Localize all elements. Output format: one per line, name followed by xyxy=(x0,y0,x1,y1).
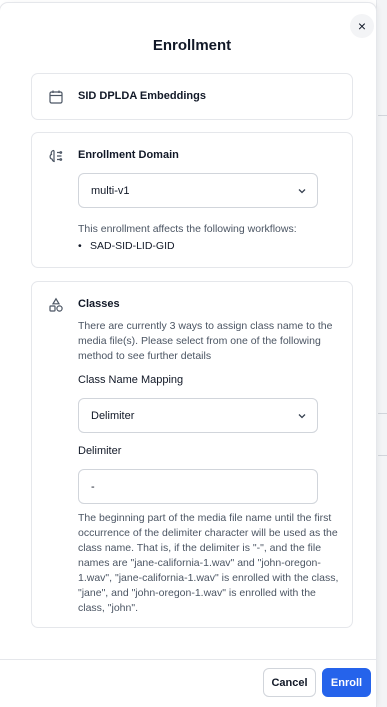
domain-select[interactable]: multi-v1 xyxy=(78,173,318,208)
close-button[interactable]: × xyxy=(350,14,374,38)
close-icon: × xyxy=(357,18,367,34)
dialog-title: Enrollment xyxy=(152,37,232,54)
background-divider xyxy=(378,455,387,456)
cancel-button[interactable]: Cancel xyxy=(263,668,316,697)
domain-select-value: multi-v1 xyxy=(91,184,130,197)
delimiter-label: Delimiter xyxy=(78,445,122,457)
calendar-icon xyxy=(48,89,64,105)
chevron-down-icon xyxy=(297,411,307,421)
plugin-card: SID DPLDA Embeddings xyxy=(31,73,353,120)
class-name-mapping-select[interactable]: Delimiter xyxy=(78,398,318,433)
background-page-edge xyxy=(376,0,387,707)
background-divider xyxy=(378,413,387,414)
delimiter-explanation: The beginning part of the media file nam… xyxy=(78,512,339,614)
classes-title: Classes xyxy=(78,298,120,310)
background-divider xyxy=(378,115,387,116)
footer-divider xyxy=(0,659,376,660)
delimiter-input-value: - xyxy=(91,480,95,493)
class-name-mapping-label: Class Name Mapping xyxy=(78,374,184,386)
shapes-icon xyxy=(48,297,64,313)
enrollment-domain-card: Enrollment Domain multi-v1 This enrollme… xyxy=(31,132,353,268)
enroll-button[interactable]: Enroll xyxy=(322,668,371,697)
classes-card: Classes There are currently 3 ways to as… xyxy=(31,281,353,628)
plugin-title: SID DPLDA Embeddings xyxy=(78,90,206,102)
workflow-list-item: • SAD-SID-LID-GID xyxy=(78,240,175,252)
brain-icon xyxy=(48,148,64,164)
chevron-down-icon xyxy=(297,186,307,196)
workflow-affects-text: This enrollment affects the following wo… xyxy=(78,223,297,235)
class-name-mapping-value: Delimiter xyxy=(91,409,135,422)
enrollment-domain-title: Enrollment Domain xyxy=(78,149,179,161)
enrollment-dialog: × Enrollment SID DPLDA Embeddings Enroll xyxy=(0,3,376,707)
classes-description: There are currently 3 ways to assign cla… xyxy=(78,320,333,362)
workflow-name: SAD-SID-LID-GID xyxy=(90,240,175,252)
delimiter-input[interactable]: - xyxy=(78,469,318,504)
